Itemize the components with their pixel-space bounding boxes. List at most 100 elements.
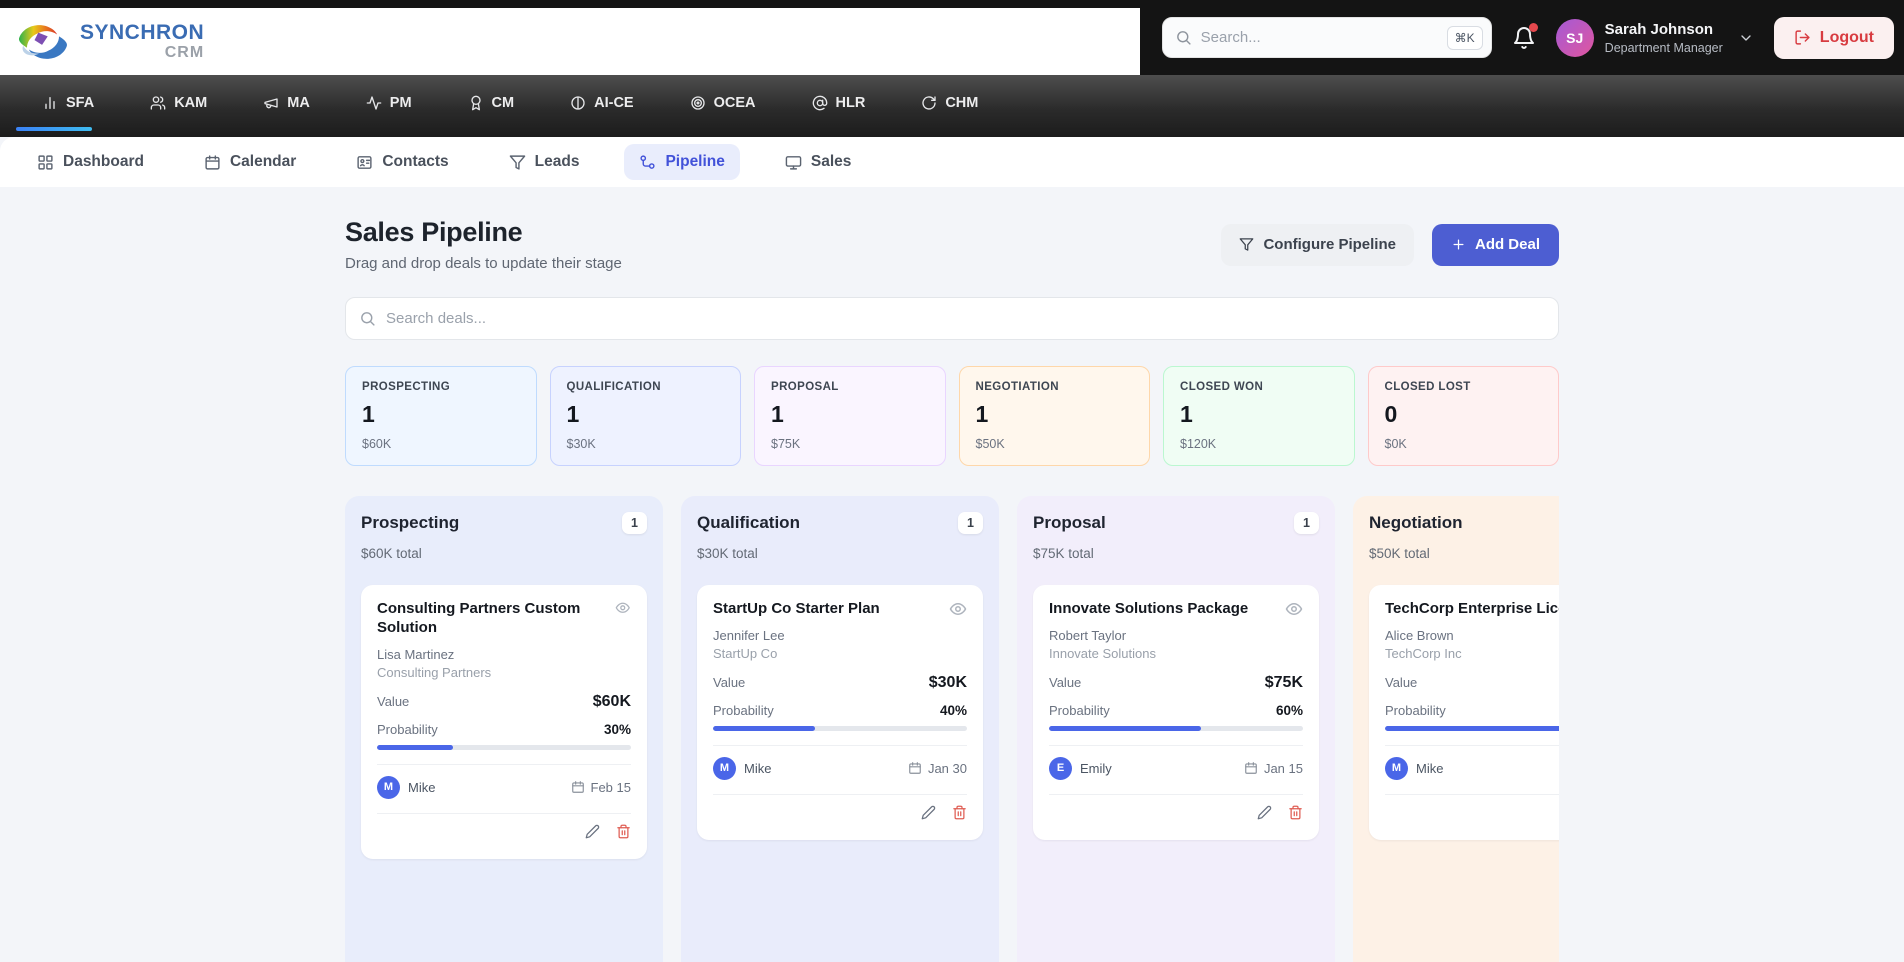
user-menu[interactable]: SJ Sarah Johnson Department Manager xyxy=(1556,19,1754,57)
add-deal-button[interactable]: Add Deal xyxy=(1432,224,1559,266)
stage-count: 1 xyxy=(362,401,520,428)
module-tab-label: SFA xyxy=(66,95,94,111)
pipeline-column-qualification: Qualification 1 $30K total StartUp Co St… xyxy=(681,496,999,962)
stage-total: $30K xyxy=(567,437,725,451)
plus-icon xyxy=(1451,237,1466,252)
eye-icon xyxy=(615,600,631,616)
tab-contacts[interactable]: Contacts xyxy=(341,144,463,180)
column-count-badge: 1 xyxy=(958,512,983,534)
assignee-name: Mike xyxy=(408,780,435,795)
stage-label: CLOSED WON xyxy=(1180,381,1338,393)
module-tab-chm[interactable]: CHM xyxy=(893,84,1006,122)
due-date-text: Feb 15 xyxy=(591,780,631,795)
module-tab-cm[interactable]: CM xyxy=(440,84,543,122)
pipeline-board: Prospecting 1 $60K total Consulting Part… xyxy=(345,496,1559,962)
stage-count: 1 xyxy=(976,401,1134,428)
brand-logo[interactable]: SYNCHRON CRM xyxy=(0,8,1140,75)
configure-pipeline-button[interactable]: Configure Pipeline xyxy=(1221,224,1414,266)
deal-title: Innovate Solutions Package xyxy=(1049,600,1248,619)
probability-fill xyxy=(1385,726,1559,731)
notification-dot xyxy=(1529,23,1538,32)
probability-bar xyxy=(377,745,631,750)
logout-button[interactable]: Logout xyxy=(1774,17,1894,59)
column-total: $75K total xyxy=(1033,546,1319,561)
tab-dashboard[interactable]: Dashboard xyxy=(22,144,159,180)
stage-summary-card[interactable]: NEGOTIATION 1 $50K xyxy=(959,366,1151,466)
deal-card[interactable]: TechCorp Enterprise License Alice Brown … xyxy=(1369,585,1559,840)
deal-card[interactable]: Innovate Solutions Package Robert Taylor… xyxy=(1033,585,1319,840)
column-count-badge: 1 xyxy=(622,512,647,534)
global-search[interactable]: ⌘K xyxy=(1162,17,1492,58)
search-shortcut-badge: ⌘K xyxy=(1447,26,1483,50)
deal-probability: 30% xyxy=(604,722,631,737)
megaphone-icon xyxy=(263,95,279,111)
module-tab-kam[interactable]: KAM xyxy=(122,84,235,122)
deal-company: StartUp Co xyxy=(713,646,967,661)
deal-title: Consulting Partners Custom Solution xyxy=(377,600,607,638)
module-tab-ai-ce[interactable]: AI-CE xyxy=(542,84,661,122)
stage-label: PROPOSAL xyxy=(771,381,929,393)
header-right-cluster: ⌘K SJ Sarah Johnson Department Manager xyxy=(1162,0,1894,75)
notifications-button[interactable] xyxy=(1512,26,1536,50)
deal-assignee: M Mike xyxy=(377,776,435,799)
add-deal-label: Add Deal xyxy=(1475,236,1540,253)
tab-pipeline[interactable]: Pipeline xyxy=(624,144,739,180)
stage-summary-card[interactable]: PROPOSAL 1 $75K xyxy=(754,366,946,466)
deal-value-label: Value xyxy=(377,694,409,709)
probability-fill xyxy=(377,745,453,750)
trash-icon xyxy=(1288,805,1303,820)
assignee-avatar: M xyxy=(713,757,736,780)
stage-count: 1 xyxy=(567,401,725,428)
deal-search[interactable] xyxy=(345,297,1559,340)
deal-value-label: Value xyxy=(1049,675,1081,690)
stage-summary-card[interactable]: CLOSED LOST 0 $0K xyxy=(1368,366,1560,466)
tab-leads[interactable]: Leads xyxy=(494,144,595,180)
deal-search-input[interactable] xyxy=(386,310,1545,327)
avatar: SJ xyxy=(1556,19,1594,57)
global-search-input[interactable] xyxy=(1201,29,1438,46)
probability-fill xyxy=(1049,726,1201,731)
at-sign-icon xyxy=(812,95,828,111)
deal-value: $75K xyxy=(1265,674,1303,692)
brand-name: SYNCHRON xyxy=(80,21,204,45)
column-name: Qualification xyxy=(697,513,800,533)
assignee-avatar: M xyxy=(377,776,400,799)
probability-bar xyxy=(1049,726,1303,731)
stage-summary-card[interactable]: PROSPECTING 1 $60K xyxy=(345,366,537,466)
deal-due-date: Jan 15 xyxy=(1244,761,1303,776)
deal-value-label: Value xyxy=(713,675,745,690)
tab-sales[interactable]: Sales xyxy=(770,144,867,180)
workflow-icon xyxy=(639,154,656,171)
column-name: Proposal xyxy=(1033,513,1106,533)
pencil-icon xyxy=(1257,805,1272,820)
funnel-icon xyxy=(1239,237,1254,252)
deal-card[interactable]: Consulting Partners Custom Solution Lisa… xyxy=(361,585,647,859)
module-tab-pm[interactable]: PM xyxy=(338,84,440,122)
module-tab-sfa[interactable]: SFA xyxy=(14,84,122,122)
tab-label: Dashboard xyxy=(63,153,144,171)
tab-calendar[interactable]: Calendar xyxy=(189,144,311,180)
column-total: $50K total xyxy=(1369,546,1559,561)
assignee-name: Mike xyxy=(1416,761,1443,776)
stage-summary-card[interactable]: CLOSED WON 1 $120K xyxy=(1163,366,1355,466)
deal-company: TechCorp Inc xyxy=(1385,646,1559,661)
module-tab-ma[interactable]: MA xyxy=(235,84,338,122)
logout-icon xyxy=(1794,29,1811,46)
stage-label: NEGOTIATION xyxy=(976,381,1134,393)
module-tab-ocea[interactable]: OCEA xyxy=(662,84,784,122)
module-tab-label: HLR xyxy=(836,95,866,111)
stage-summary-card[interactable]: QUALIFICATION 1 $30K xyxy=(550,366,742,466)
assignee-avatar: E xyxy=(1049,757,1072,780)
probability-bar xyxy=(713,726,967,731)
page-title: Sales Pipeline xyxy=(345,217,622,248)
calendar-small-icon xyxy=(908,761,922,775)
column-name: Negotiation xyxy=(1369,513,1463,533)
column-total: $30K total xyxy=(697,546,983,561)
award-icon xyxy=(468,95,484,111)
monitor-icon xyxy=(785,154,802,171)
module-tab-hlr[interactable]: HLR xyxy=(784,84,894,122)
stage-total: $50K xyxy=(976,437,1134,451)
id-card-icon xyxy=(356,154,373,171)
column-name: Prospecting xyxy=(361,513,459,533)
deal-card[interactable]: StartUp Co Starter Plan Jennifer Lee Sta… xyxy=(697,585,983,840)
